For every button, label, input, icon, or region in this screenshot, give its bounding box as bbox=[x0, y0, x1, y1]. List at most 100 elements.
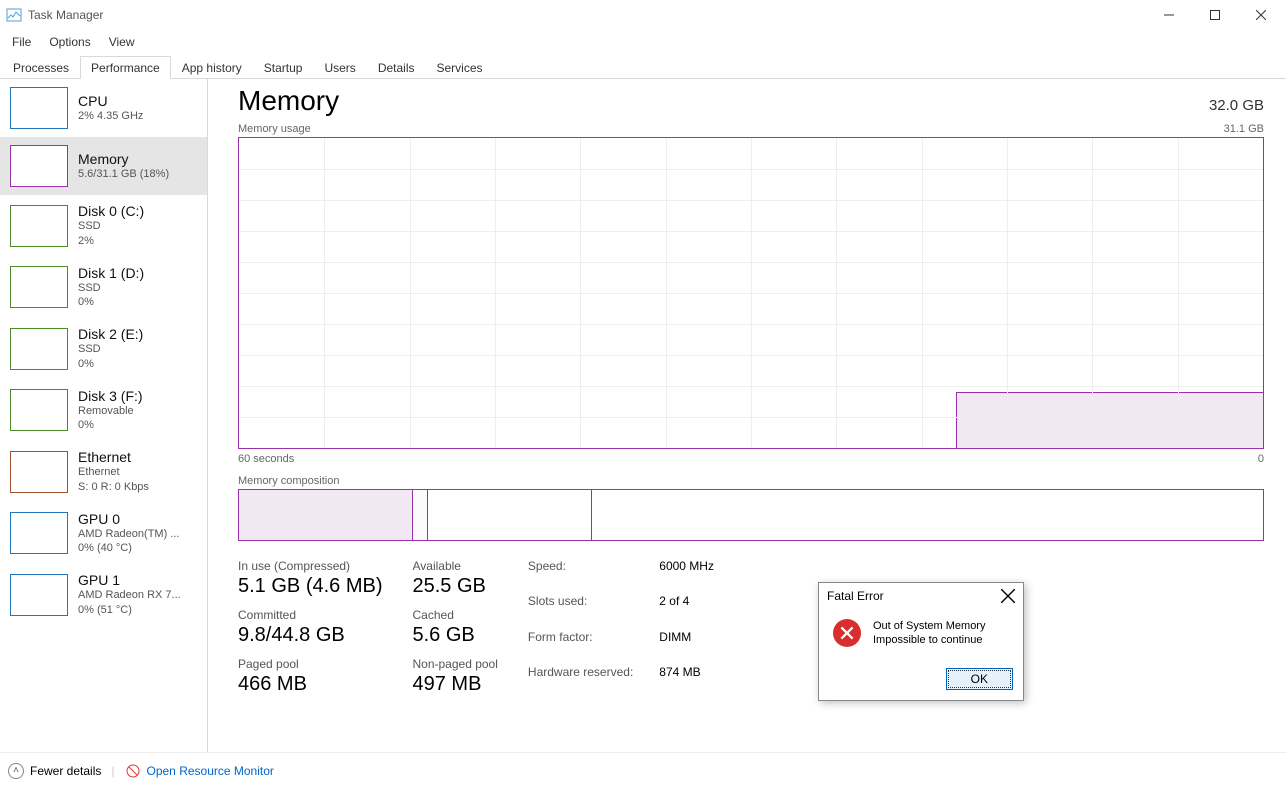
close-button[interactable] bbox=[1238, 0, 1284, 30]
memory-usage-chart bbox=[238, 137, 1264, 449]
sidebar-item-title: Disk 0 (C:) bbox=[78, 203, 144, 219]
memory-stats: In use (Compressed) 5.1 GB (4.6 MB) Comm… bbox=[238, 559, 1264, 696]
sidebar-item-title: Disk 2 (E:) bbox=[78, 326, 143, 342]
dialog-close-button[interactable] bbox=[1001, 589, 1015, 603]
sidebar-item-sub: 2% 4.35 GHz bbox=[78, 110, 143, 124]
kv-value: 874 MB bbox=[659, 665, 714, 696]
sidebar-item-title: CPU bbox=[78, 93, 143, 109]
sidebar-item-memory[interactable]: Memory5.6/31.1 GB (18%) bbox=[0, 137, 207, 195]
tab-details[interactable]: Details bbox=[367, 56, 426, 79]
sidebar-item-disk-0-c-[interactable]: Disk 0 (C:)SSD2% bbox=[0, 195, 207, 257]
tab-users[interactable]: Users bbox=[313, 56, 366, 79]
kv-value: DIMM bbox=[659, 630, 714, 661]
performance-sidebar: CPU2% 4.35 GHzMemory5.6/31.1 GB (18%)Dis… bbox=[0, 79, 208, 752]
stat-nonpaged-label: Non-paged pool bbox=[413, 657, 498, 671]
usage-chart-max: 31.1 GB bbox=[1224, 123, 1264, 135]
sidebar-item-sub: 5.6/31.1 GB (18%) bbox=[78, 168, 169, 182]
sidebar-item-disk-1-d-[interactable]: Disk 1 (D:)SSD0% bbox=[0, 257, 207, 319]
sidebar-item-sub: SSD bbox=[78, 282, 144, 296]
kv-key: Speed: bbox=[528, 559, 633, 590]
mini-chart bbox=[10, 205, 68, 247]
mini-chart bbox=[10, 328, 68, 370]
sidebar-item-title: Ethernet bbox=[78, 449, 149, 465]
tab-services[interactable]: Services bbox=[426, 56, 494, 79]
tab-processes[interactable]: Processes bbox=[2, 56, 80, 79]
maximize-button[interactable] bbox=[1192, 0, 1238, 30]
stat-available-label: Available bbox=[413, 559, 498, 573]
sidebar-item-sub: S: 0 R: 0 Kbps bbox=[78, 481, 149, 495]
fewer-details-button[interactable]: ˄ Fewer details bbox=[8, 763, 101, 779]
sidebar-item-gpu-1[interactable]: GPU 1AMD Radeon RX 7...0% (51 °C) bbox=[0, 564, 207, 626]
sidebar-item-sub: Ethernet bbox=[78, 466, 149, 480]
sidebar-item-ethernet[interactable]: EthernetEthernetS: 0 R: 0 Kbps bbox=[0, 441, 207, 503]
sidebar-item-sub: SSD bbox=[78, 220, 144, 234]
stat-inuse-label: In use (Compressed) bbox=[238, 559, 383, 573]
stat-available-value: 25.5 GB bbox=[413, 575, 498, 598]
chevron-up-icon: ˄ bbox=[8, 763, 24, 779]
error-icon bbox=[833, 619, 861, 647]
sidebar-item-title: GPU 0 bbox=[78, 511, 179, 527]
stat-nonpaged-value: 497 MB bbox=[413, 673, 498, 696]
sidebar-item-sub: 2% bbox=[78, 235, 144, 249]
sidebar-item-disk-2-e-[interactable]: Disk 2 (E:)SSD0% bbox=[0, 318, 207, 380]
open-resource-monitor-link[interactable]: Open Resource Monitor bbox=[125, 763, 274, 779]
task-manager-icon bbox=[6, 7, 22, 23]
dialog-title: Fatal Error bbox=[827, 589, 884, 603]
stat-paged-value: 466 MB bbox=[238, 673, 383, 696]
sidebar-item-sub: Removable bbox=[78, 405, 143, 419]
kv-key: Slots used: bbox=[528, 594, 633, 625]
sidebar-item-gpu-0[interactable]: GPU 0AMD Radeon(TM) ...0% (40 °C) bbox=[0, 503, 207, 565]
tab-performance[interactable]: Performance bbox=[80, 56, 171, 79]
mini-chart bbox=[10, 87, 68, 129]
composition-label: Memory composition bbox=[238, 475, 339, 487]
tab-bar: Processes Performance App history Startu… bbox=[0, 55, 1286, 79]
fatal-error-dialog: Fatal Error Out of System Memory Impossi… bbox=[818, 582, 1024, 701]
kv-key: Form factor: bbox=[528, 630, 633, 661]
mini-chart bbox=[10, 574, 68, 616]
page-title: Memory bbox=[238, 85, 339, 117]
dialog-message-2: Impossible to continue bbox=[873, 633, 985, 647]
minimize-button[interactable] bbox=[1146, 0, 1192, 30]
mini-chart bbox=[10, 145, 68, 187]
sidebar-item-cpu[interactable]: CPU2% 4.35 GHz bbox=[0, 79, 207, 137]
sidebar-item-sub: AMD Radeon RX 7... bbox=[78, 589, 181, 603]
dialog-ok-button[interactable]: OK bbox=[946, 668, 1013, 690]
stat-cached-label: Cached bbox=[413, 608, 498, 622]
sidebar-item-disk-3-f-[interactable]: Disk 3 (F:)Removable0% bbox=[0, 380, 207, 442]
sidebar-item-sub: SSD bbox=[78, 343, 143, 357]
stat-committed-value: 9.8/44.8 GB bbox=[238, 624, 383, 647]
stat-committed-label: Committed bbox=[238, 608, 383, 622]
sidebar-item-sub: AMD Radeon(TM) ... bbox=[78, 528, 179, 542]
stat-paged-label: Paged pool bbox=[238, 657, 383, 671]
sidebar-item-sub: 0% (51 °C) bbox=[78, 604, 181, 618]
tab-app-history[interactable]: App history bbox=[171, 56, 253, 79]
usage-chart-label: Memory usage bbox=[238, 123, 311, 135]
app-title: Task Manager bbox=[28, 8, 103, 22]
sidebar-item-sub: 0% bbox=[78, 296, 144, 310]
sidebar-item-sub: 0% bbox=[78, 358, 143, 372]
titlebar: Task Manager bbox=[0, 0, 1286, 30]
mini-chart bbox=[10, 451, 68, 493]
menu-options[interactable]: Options bbox=[41, 32, 98, 52]
footer: ˄ Fewer details | Open Resource Monitor bbox=[0, 752, 1286, 788]
x-axis-left: 60 seconds bbox=[238, 453, 294, 465]
stat-cached-value: 5.6 GB bbox=[413, 624, 498, 647]
sidebar-item-title: GPU 1 bbox=[78, 572, 181, 588]
x-axis-right: 0 bbox=[1258, 453, 1264, 465]
menu-view[interactable]: View bbox=[101, 32, 143, 52]
sidebar-item-title: Disk 3 (F:) bbox=[78, 388, 143, 404]
kv-key: Hardware reserved: bbox=[528, 665, 633, 696]
mini-chart bbox=[10, 266, 68, 308]
memory-composition-chart bbox=[238, 489, 1264, 541]
mini-chart bbox=[10, 389, 68, 431]
memory-pane: Memory 32.0 GB Memory usage 31.1 GB 60 s… bbox=[208, 79, 1286, 752]
tab-startup[interactable]: Startup bbox=[253, 56, 314, 79]
mini-chart bbox=[10, 512, 68, 554]
stat-inuse-value: 5.1 GB (4.6 MB) bbox=[238, 575, 383, 598]
sidebar-item-sub: 0% bbox=[78, 419, 143, 433]
sidebar-item-title: Disk 1 (D:) bbox=[78, 265, 144, 281]
menu-file[interactable]: File bbox=[4, 32, 39, 52]
menu-bar: File Options View bbox=[0, 30, 1286, 55]
kv-value: 2 of 4 bbox=[659, 594, 714, 625]
sidebar-item-title: Memory bbox=[78, 151, 169, 167]
